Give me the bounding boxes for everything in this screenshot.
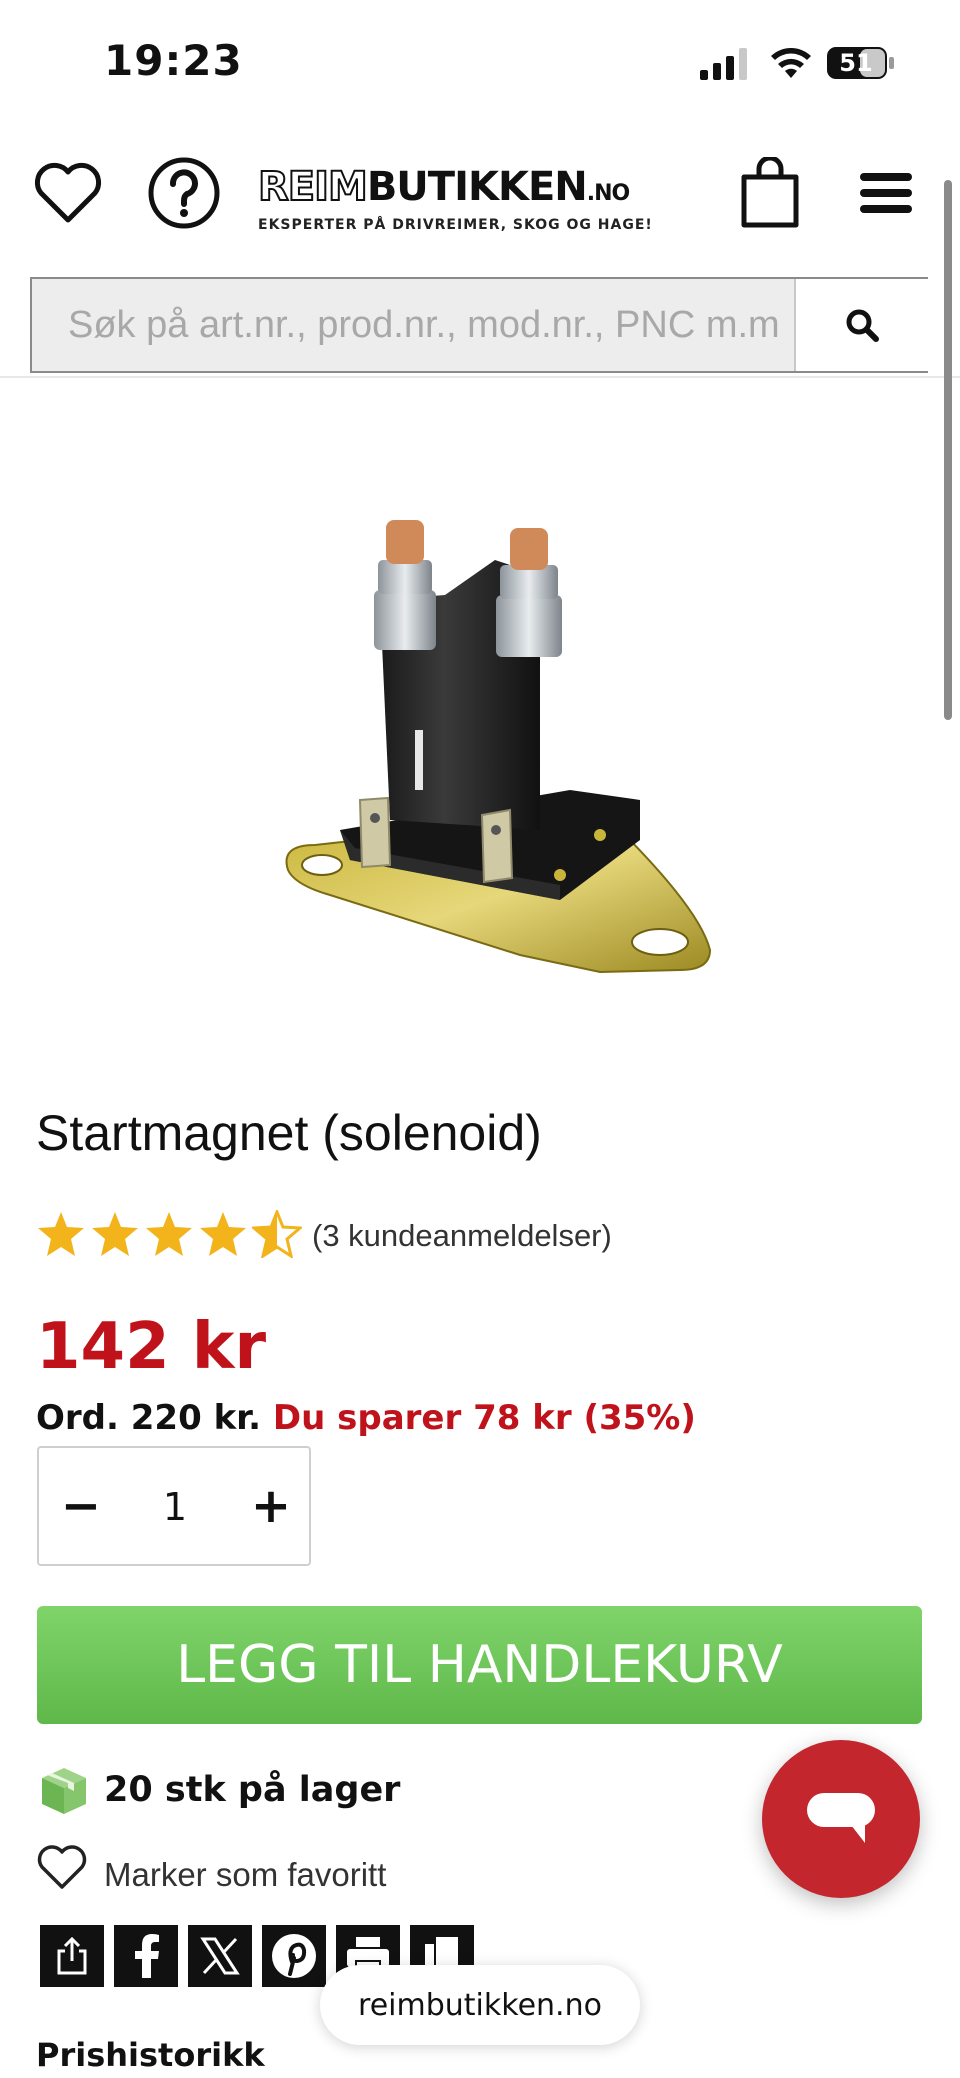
logo-text-outline: REIM bbox=[257, 164, 369, 210]
product-image[interactable] bbox=[270, 500, 730, 980]
ordinary-price: Ord. 220 kr. bbox=[36, 1398, 262, 1438]
facebook-button[interactable] bbox=[114, 1925, 178, 1987]
stock-status: 20 stk på lager bbox=[104, 1770, 401, 1810]
x-icon bbox=[200, 1937, 240, 1975]
quantity-field[interactable] bbox=[140, 1476, 210, 1538]
menu-icon bbox=[860, 173, 912, 213]
star-icon bbox=[200, 1212, 246, 1256]
scrollbar[interactable] bbox=[944, 180, 952, 720]
site-logo[interactable]: REIMBUTIKKEN.NO EKSPERTER PÅ DRIVREIMER,… bbox=[257, 164, 698, 233]
pinterest-button[interactable] bbox=[262, 1925, 326, 1987]
price-history-heading: Prishistorikk bbox=[36, 2036, 265, 2074]
logo-text-domain: .NO bbox=[586, 181, 630, 206]
heart-icon[interactable] bbox=[36, 1844, 88, 1890]
price-info: Ord. 220 kr. Du sparer 78 kr (35%) bbox=[36, 1398, 696, 1438]
help-icon bbox=[148, 157, 220, 229]
header-divider bbox=[0, 376, 960, 378]
star-icon bbox=[146, 1212, 192, 1256]
review-count[interactable]: (3 kundeanmeldelser) bbox=[312, 1218, 612, 1254]
search-icon bbox=[846, 309, 879, 342]
logo-text-bold: BUTIKKEN bbox=[366, 164, 588, 210]
cart-button[interactable] bbox=[732, 155, 808, 231]
pinterest-icon bbox=[272, 1934, 316, 1978]
shopping-bag-icon bbox=[741, 157, 799, 228]
browser-url-bar[interactable]: reimbutikken.no bbox=[320, 1965, 640, 2045]
status-time: 19:23 bbox=[104, 36, 243, 85]
qty-decrease-button[interactable]: − bbox=[56, 1474, 106, 1538]
battery-level: 51 bbox=[839, 49, 873, 77]
favorites-button[interactable] bbox=[30, 155, 106, 231]
search-input[interactable] bbox=[34, 281, 794, 369]
share-button[interactable] bbox=[40, 1925, 104, 1987]
heart-icon bbox=[34, 162, 102, 223]
chat-icon bbox=[807, 1793, 875, 1843]
star-icon bbox=[38, 1212, 84, 1256]
favorite-link[interactable]: Marker som favoritt bbox=[104, 1856, 386, 1894]
search-button[interactable] bbox=[794, 279, 928, 371]
share-icon bbox=[57, 1936, 87, 1975]
chat-button[interactable] bbox=[762, 1740, 920, 1898]
star-icon bbox=[92, 1212, 138, 1256]
facebook-icon bbox=[135, 1934, 159, 1978]
qty-increase-button[interactable]: + bbox=[246, 1474, 296, 1538]
box-icon bbox=[42, 1768, 86, 1814]
signal-icon bbox=[700, 48, 747, 80]
help-button[interactable] bbox=[146, 155, 222, 231]
logo-tagline: EKSPERTER PÅ DRIVREIMER, SKOG OG HAGE! bbox=[258, 217, 653, 233]
rating-stars[interactable] bbox=[36, 1210, 302, 1258]
product-price: 142 kr bbox=[36, 1310, 266, 1384]
add-to-cart-button[interactable]: LEGG TIL HANDLEKURV bbox=[37, 1606, 922, 1724]
wifi-icon bbox=[771, 48, 811, 78]
battery-icon: 51 bbox=[826, 46, 896, 80]
x-button[interactable] bbox=[188, 1925, 252, 1987]
product-title: Startmagnet (solenoid) bbox=[36, 1105, 542, 1161]
menu-button[interactable] bbox=[848, 155, 924, 231]
half-star-icon bbox=[252, 1210, 302, 1258]
savings-text: Du sparer 78 kr (35%) bbox=[272, 1398, 696, 1438]
